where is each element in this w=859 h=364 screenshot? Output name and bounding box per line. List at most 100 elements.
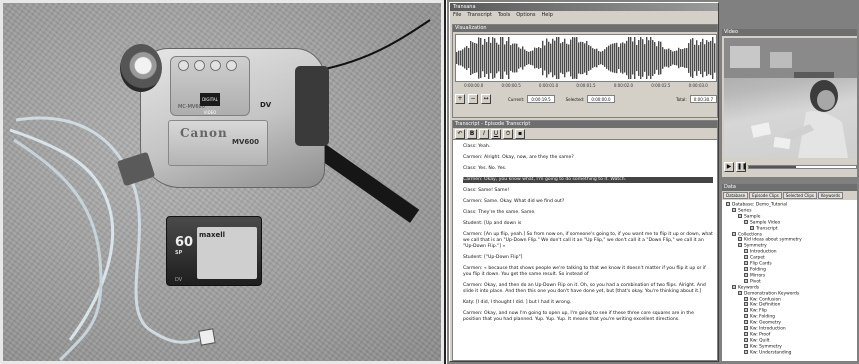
camcorder-brand: Canon (180, 126, 228, 140)
waveform-bar (616, 42, 618, 74)
waveform-bar (492, 37, 494, 79)
folder-icon (732, 207, 736, 212)
selected-time-field[interactable]: 0:00:00.0 (587, 95, 615, 103)
visualization-title: Visualization (453, 25, 717, 32)
folder-icon (744, 320, 748, 325)
waveform-bar (646, 37, 648, 79)
waveform-bar (604, 49, 606, 67)
waveform-bar (572, 37, 574, 79)
waveform-bar (528, 51, 530, 65)
waveform-bar (640, 37, 642, 79)
tree-node-label: Carpet (750, 255, 765, 261)
transcript-line[interactable]: Class: Yes. No. Yes. (463, 166, 713, 172)
visualization-toolbar: + − ↔ Current: 0:00:19.5 Selected: 0:00:… (455, 93, 717, 105)
waveform-bar (464, 47, 466, 69)
transcript-line[interactable]: Carmen: [An up flip, yeah.] So from now … (463, 232, 713, 250)
waveform-bar (706, 40, 708, 76)
waveform-bar (564, 38, 566, 78)
transcript-line[interactable]: Carmen: « because that shows people we'r… (463, 266, 713, 278)
tab-selected-clips[interactable]: Selected Clips (782, 192, 817, 199)
zoom-all-button[interactable]: ↔ (481, 94, 491, 104)
waveform-bar (508, 37, 510, 79)
waveform-bar (476, 43, 478, 73)
folder-icon (744, 314, 748, 319)
waveform-bar (618, 46, 620, 70)
transcript-line[interactable]: Class: Yeah. (463, 144, 713, 150)
waveform-bar (482, 44, 484, 72)
underline-icon[interactable]: U (491, 129, 501, 139)
zoom-out-button[interactable]: − (468, 94, 478, 104)
waveform-bar (518, 47, 520, 69)
waveform-bar (602, 50, 604, 66)
current-time-field[interactable]: 0:00:19.5 (527, 95, 555, 103)
waveform-bar (652, 40, 654, 76)
transcript-line[interactable]: Class: Same! Same! (463, 188, 713, 194)
camcorder-model: MV600 (232, 138, 259, 146)
waveform-bar (522, 46, 524, 70)
waveform-bar (658, 41, 660, 75)
waveform[interactable] (455, 34, 717, 82)
waveform-bar (704, 44, 706, 72)
waveform-bar (622, 42, 624, 74)
waveform-bar (580, 41, 582, 75)
save-icon[interactable]: ▪ (515, 129, 525, 139)
waveform-bar (660, 41, 662, 75)
menu-transcript[interactable]: Transcript (467, 11, 492, 19)
folder-icon (744, 219, 748, 224)
transcript-line[interactable]: Carmen: Okay, and now I'm going to open … (463, 311, 713, 323)
menu-tools[interactable]: Tools (498, 11, 510, 19)
folder-icon (744, 296, 748, 301)
play-icon[interactable]: ▶ (724, 162, 734, 172)
waveform-bar (474, 43, 476, 73)
waveform-bar (600, 51, 602, 65)
tab-keywords[interactable]: Keywords (817, 192, 844, 199)
waveform-bar (670, 49, 672, 67)
waveform-bar (714, 43, 716, 73)
waveform-bar (506, 41, 508, 75)
waveform-bar (696, 40, 698, 76)
tape-capacity: 60 SP (175, 235, 194, 256)
transcript-line[interactable]: Student: ["Up-Down Flip"] (463, 255, 713, 261)
time-tick: 0:00:02.0 (613, 83, 634, 88)
italic-icon[interactable]: I (479, 129, 489, 139)
waveform-bar (668, 48, 670, 68)
menu-file[interactable]: File (453, 11, 461, 19)
menu-help[interactable]: Help (542, 11, 553, 19)
transcript-line[interactable]: Student: [Up and down is (463, 221, 713, 227)
transcript-line[interactable]: Carmen: Okay, you know what, I'm going t… (463, 177, 713, 183)
menu-bar: File Transcript Tools Options Help (450, 11, 718, 19)
tree-node-label: Folding (750, 267, 766, 273)
transcript-line[interactable]: Katy: [I did, I thought I did. ] but I h… (463, 300, 713, 306)
waveform-bar (500, 37, 502, 79)
pause-icon[interactable]: ❚❚ (736, 162, 747, 172)
waveform-bar (606, 47, 608, 69)
waveform-bar (682, 49, 684, 67)
zoom-in-button[interactable]: + (455, 94, 465, 104)
tree-node[interactable]: Kw: Understanding (726, 349, 857, 356)
tab-database[interactable]: Database (723, 192, 749, 199)
transcript-line[interactable]: Carmen: Okay, and then do an Up-Down Fli… (463, 283, 713, 295)
camcorder-format-mark: DV (260, 101, 272, 109)
transcript-text[interactable]: Class: Yeah. Carmen: Alright. Okay, now, … (453, 140, 717, 323)
undo-icon[interactable]: ↶ (455, 129, 465, 139)
waveform-bar (516, 43, 518, 73)
tree-node-label: Collections (738, 232, 763, 238)
waveform-bar (460, 50, 462, 66)
transcript-line[interactable]: Carmen: Alright. Okay, now, are they the… (463, 155, 713, 161)
video-position-slider[interactable] (748, 165, 857, 169)
waveform-bar (456, 52, 458, 64)
waveform-bar (632, 41, 634, 75)
transcript-line[interactable]: Class: They're the same. Same. (463, 210, 713, 216)
transcript-line[interactable]: Carmen: Same. Okay. What did we find out… (463, 199, 713, 205)
timecode-icon[interactable]: ⏱ (503, 129, 513, 139)
waveform-bar (534, 47, 536, 69)
bold-icon[interactable]: B (467, 129, 477, 139)
tree-node-label: Sample (744, 214, 761, 220)
transcript-toolbar: ↶ B I U ⏱ ▪ (453, 128, 717, 140)
menu-options[interactable]: Options (516, 11, 535, 19)
waveform-bar (542, 40, 544, 76)
tab-episode-clips[interactable]: Episode Clips (749, 192, 782, 199)
waveform-bar (544, 45, 546, 71)
waveform-bar (592, 48, 594, 68)
waveform-bar (672, 51, 674, 65)
